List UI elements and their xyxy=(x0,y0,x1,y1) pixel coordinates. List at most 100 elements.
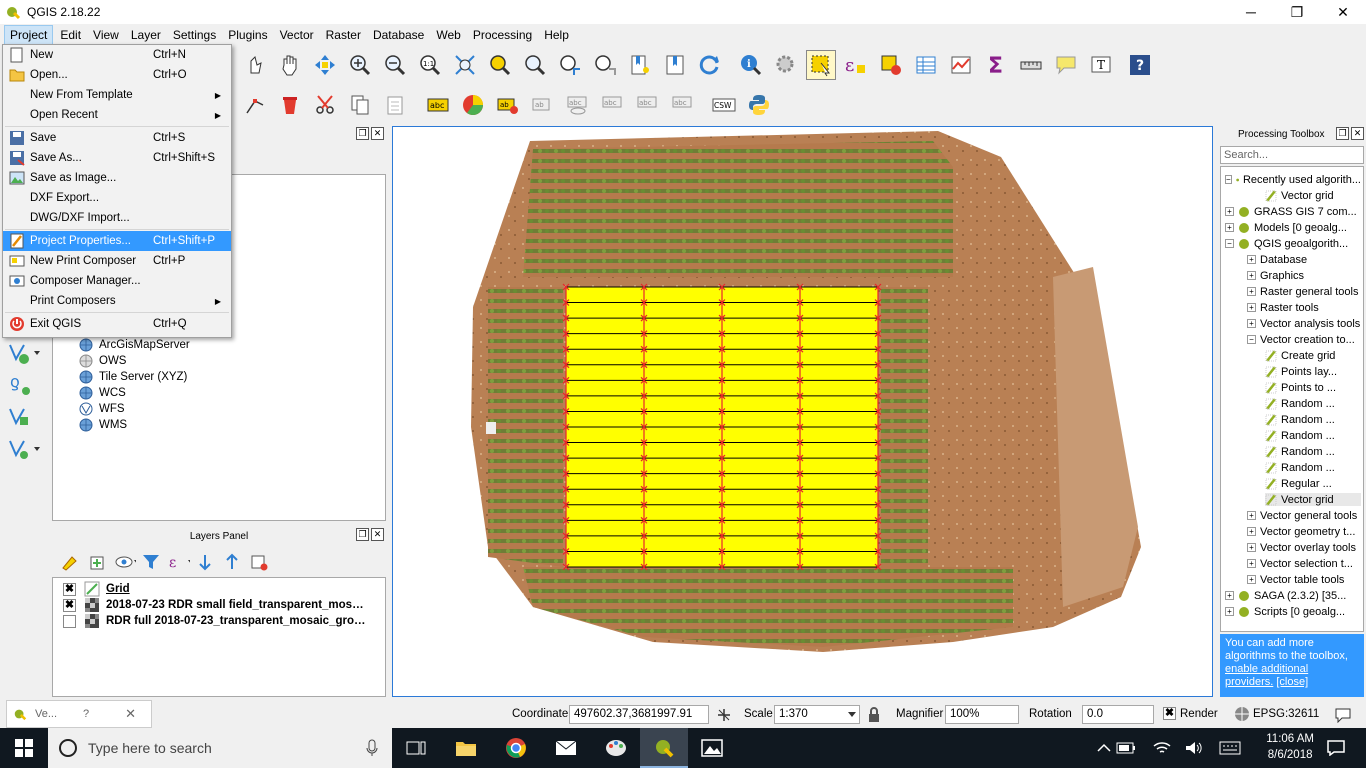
attribute-table-icon[interactable] xyxy=(911,50,941,80)
manage-visibility-icon[interactable] xyxy=(114,552,136,572)
layer-styling-icon[interactable] xyxy=(60,552,82,572)
touch-zoom-icon[interactable] xyxy=(240,50,270,80)
identify-icon[interactable]: i xyxy=(736,50,766,80)
collapse-all-icon[interactable] xyxy=(222,552,244,572)
file-explorer-icon[interactable] xyxy=(442,728,490,768)
layer-labeling-icon[interactable]: abc xyxy=(423,90,453,120)
add-vector-layer-icon[interactable] xyxy=(6,336,46,368)
menu-item-exit-qgis[interactable]: Exit QGIS Ctrl+Q xyxy=(3,314,231,334)
tree-expander[interactable]: + xyxy=(1225,607,1234,616)
browser-item-arcgismapserver[interactable]: ArcGisMapServer xyxy=(79,337,190,353)
chrome-icon[interactable] xyxy=(492,728,540,768)
browser-item-wfs[interactable]: WFS xyxy=(79,401,125,417)
map-canvas[interactable] xyxy=(392,126,1213,697)
toolbox-node[interactable]: Create grid xyxy=(1265,349,1361,362)
toolbox-node[interactable]: Random ... xyxy=(1265,429,1361,442)
tree-expander[interactable]: − xyxy=(1247,335,1256,344)
crs-globe-icon[interactable] xyxy=(1234,706,1250,722)
browser-item-tile-server[interactable]: Tile Server (XYZ) xyxy=(79,369,187,385)
qgis-taskbar-icon[interactable] xyxy=(640,728,688,768)
menu-layer[interactable]: Layer xyxy=(126,26,166,44)
cut-features-icon[interactable] xyxy=(310,90,340,120)
zoom-full-icon[interactable] xyxy=(450,50,480,80)
filter-expression-icon[interactable]: ε xyxy=(168,552,190,572)
run-feature-action-icon[interactable] xyxy=(771,50,801,80)
zoom-last-icon[interactable] xyxy=(555,50,585,80)
new-bookmark-icon[interactable] xyxy=(625,50,655,80)
tree-expander[interactable]: + xyxy=(1247,527,1256,536)
zoom-selection-icon[interactable] xyxy=(485,50,515,80)
tree-expander[interactable]: + xyxy=(1247,575,1256,584)
toolbox-node[interactable]: + Raster tools xyxy=(1247,301,1361,314)
menu-item-save-as-image[interactable]: Save as Image... xyxy=(3,168,231,188)
toolbox-node[interactable]: Vector grid xyxy=(1265,493,1361,506)
mail-icon[interactable] xyxy=(542,728,590,768)
menu-vector[interactable]: Vector xyxy=(275,26,319,44)
statistics-sigma-icon[interactable]: Σ xyxy=(981,50,1011,80)
zoom-native-icon[interactable]: 1:1 xyxy=(415,50,445,80)
layer-visibility-checkbox[interactable] xyxy=(63,614,76,628)
toolbox-node[interactable]: Points lay... xyxy=(1265,365,1361,378)
close-panel-button[interactable]: ✕ xyxy=(371,127,384,140)
pan-hand-icon[interactable] xyxy=(275,50,305,80)
toolbox-tree[interactable]: − Recently used algorith... Vector grid + GR… xyxy=(1220,166,1364,632)
menu-item-save[interactable]: Save Ctrl+S xyxy=(3,128,231,148)
rotation-field[interactable]: 0.0 xyxy=(1082,705,1154,724)
toolbox-node[interactable]: + Database xyxy=(1247,253,1361,266)
toolbox-node[interactable]: + Vector selection t... xyxy=(1247,557,1361,570)
menu-item-dxf-export[interactable]: DXF Export... xyxy=(3,188,231,208)
toolbox-node[interactable]: + Vector geometry t... xyxy=(1247,525,1361,538)
toolbox-node[interactable]: + GRASS GIS 7 com... xyxy=(1225,205,1361,218)
help-icon[interactable]: ? xyxy=(1125,50,1155,80)
toolbox-node[interactable]: Points to ... xyxy=(1265,381,1361,394)
tree-expander[interactable]: + xyxy=(1247,255,1256,264)
browser-item-ows[interactable]: OWS xyxy=(79,353,126,369)
coordinate-field[interactable]: 497602.37,3681997.91 xyxy=(569,705,709,724)
layer-diagram-icon[interactable] xyxy=(458,90,488,120)
menu-processing[interactable]: Processing xyxy=(468,26,537,44)
microphone-icon[interactable] xyxy=(366,739,378,757)
toolbox-node[interactable]: Random ... xyxy=(1265,413,1361,426)
action-center-icon[interactable] xyxy=(1312,728,1360,768)
info-close-link[interactable]: [close] xyxy=(1276,676,1308,688)
csw-icon[interactable]: CSW xyxy=(709,90,739,120)
tree-expander[interactable]: + xyxy=(1247,271,1256,280)
toggle-coordinate-extent-icon[interactable] xyxy=(715,706,733,724)
menu-item-new-print-composer[interactable]: New Print Composer Ctrl+P xyxy=(3,251,231,271)
magnifier-field[interactable]: 100% xyxy=(945,705,1019,724)
menu-item-save-as[interactable]: Save As... Ctrl+Shift+S xyxy=(3,148,231,168)
toolbox-node[interactable]: Vector grid xyxy=(1265,189,1361,202)
field-calculator-icon[interactable] xyxy=(946,50,976,80)
crs-status[interactable]: EPSG:32611 xyxy=(1253,708,1319,720)
layer-visibility-checkbox[interactable]: ✖ xyxy=(63,582,76,596)
menu-help[interactable]: Help xyxy=(539,26,574,44)
toolbox-node[interactable]: + SAGA (2.3.2) [35... xyxy=(1225,589,1361,602)
remove-layer-icon[interactable] xyxy=(249,552,271,572)
pan-to-selection-icon[interactable] xyxy=(310,50,340,80)
toolbox-node[interactable]: Regular ... xyxy=(1265,477,1361,490)
toolbox-node[interactable]: + Models [0 geoalg... xyxy=(1225,221,1361,234)
browser-item-wms[interactable]: WMS xyxy=(79,417,127,433)
tree-expander[interactable]: + xyxy=(1225,207,1234,216)
messages-icon[interactable] xyxy=(1334,707,1352,723)
layer-visibility-checkbox[interactable]: ✖ xyxy=(63,598,76,612)
show-bookmarks-icon[interactable] xyxy=(660,50,690,80)
toolbox-node[interactable]: + Vector analysis tools xyxy=(1247,317,1361,330)
menu-raster[interactable]: Raster xyxy=(321,26,366,44)
menu-item-open[interactable]: Open... Ctrl+O xyxy=(3,65,231,85)
lock-scale-icon[interactable] xyxy=(867,707,881,723)
layer-row-full-mosaic[interactable]: RDR full 2018-07-23_transparent_mosaic_g… xyxy=(63,613,383,629)
toolbox-node[interactable]: Random ... xyxy=(1265,461,1361,474)
tree-expander[interactable]: + xyxy=(1247,511,1256,520)
map-render[interactable] xyxy=(393,127,1212,696)
wifi-icon[interactable] xyxy=(1144,728,1180,768)
tree-expander[interactable]: − xyxy=(1225,239,1234,248)
keyboard-icon[interactable] xyxy=(1212,728,1248,768)
battery-icon[interactable] xyxy=(1108,728,1144,768)
tree-expander[interactable]: + xyxy=(1247,319,1256,328)
zoom-in-icon[interactable] xyxy=(345,50,375,80)
highlight-pinned-labels-icon[interactable]: ab xyxy=(493,90,523,120)
toolbox-node[interactable]: + Vector overlay tools xyxy=(1247,541,1361,554)
layer-row-grid[interactable]: ✖ Grid xyxy=(63,581,383,597)
minimize-button[interactable]: ─ xyxy=(1228,0,1274,24)
